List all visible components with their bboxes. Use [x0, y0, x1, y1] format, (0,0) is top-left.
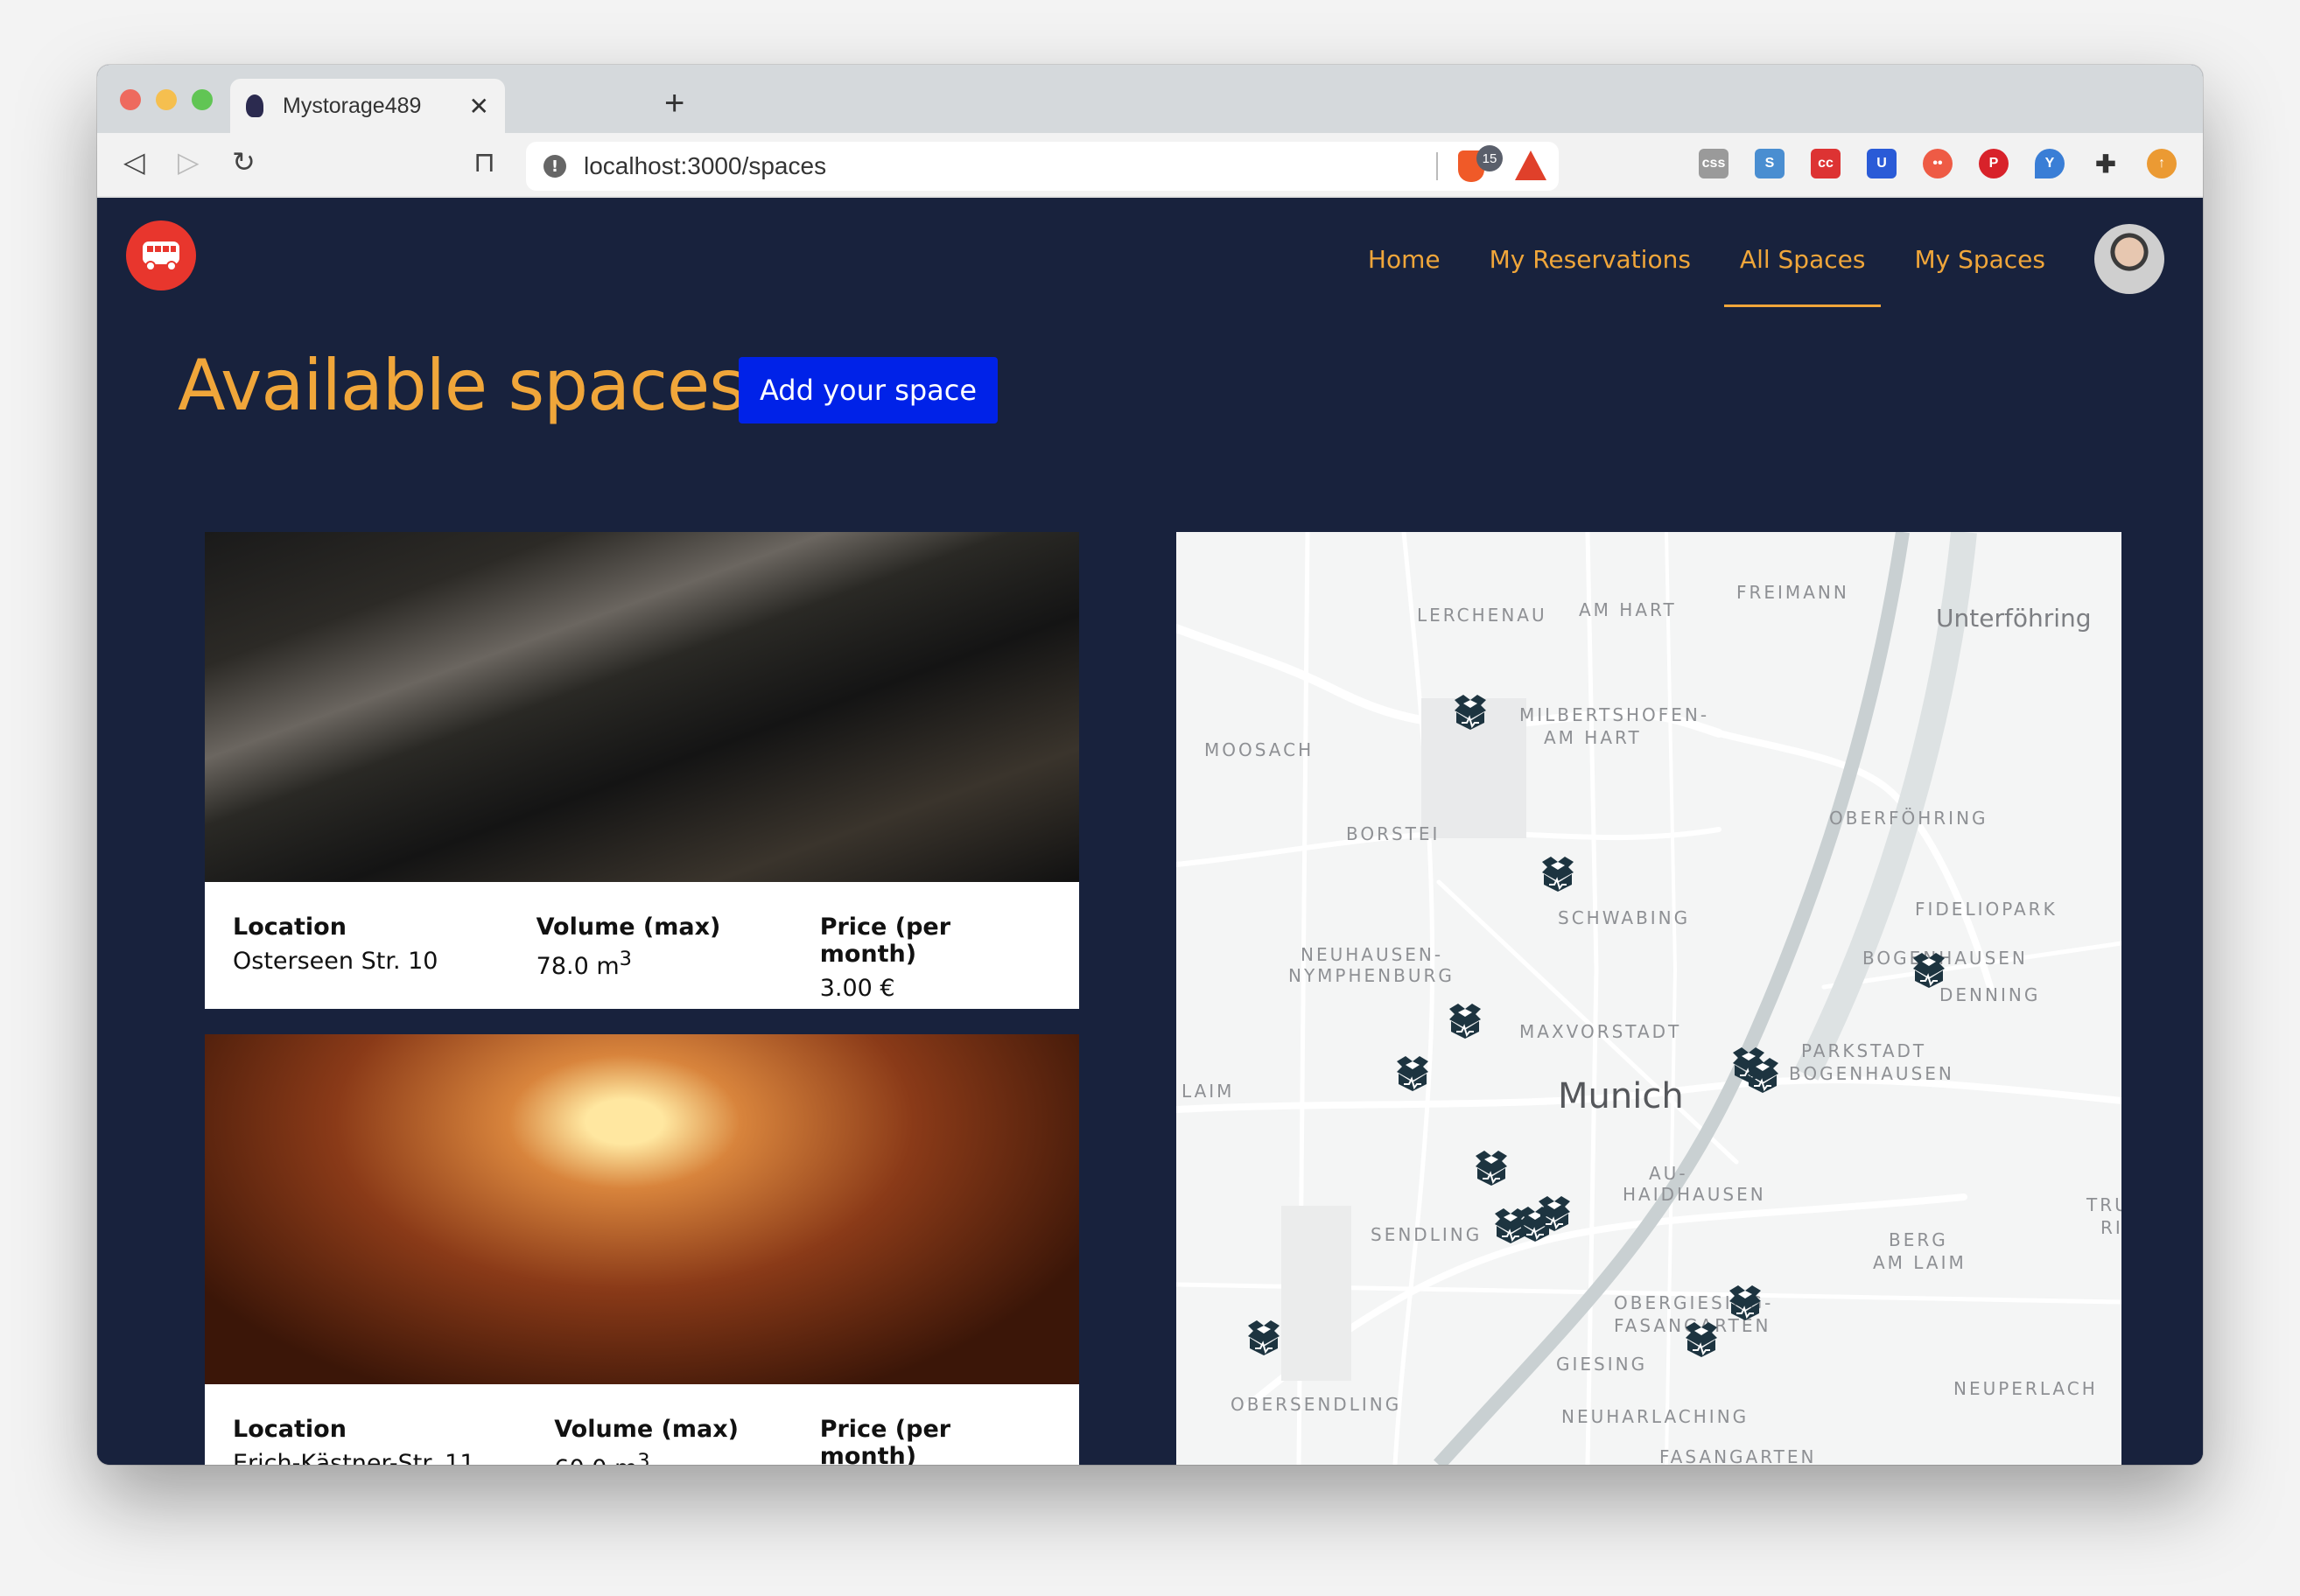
bookmark-icon[interactable]: ⊓	[473, 145, 495, 178]
site-info-icon[interactable]: !	[543, 155, 566, 178]
map-label-nymphenburg: NYMPHENBURG	[1288, 965, 1455, 986]
map-label-schwabing: SCHWABING	[1558, 907, 1691, 928]
map-label-am-hart: AM HART	[1579, 599, 1677, 620]
map-label-obersendling: OBERSENDLING	[1231, 1394, 1402, 1415]
css-validator-icon[interactable]: css	[1699, 149, 1729, 178]
add-space-button[interactable]: Add your space	[739, 357, 998, 424]
volume-value: 78.0 m3	[536, 948, 632, 980]
map-label-oberfoehring: OBERFÖHRING	[1829, 808, 1988, 829]
map-label-unterfoehring: Unterföhring	[1936, 604, 2092, 633]
shields-count-badge: 15	[1476, 145, 1503, 172]
pinterest-icon[interactable]: P	[1979, 149, 2009, 178]
map-label-am-laim: AM LAIM	[1873, 1252, 1967, 1273]
close-tab-icon[interactable]: ✕	[469, 92, 489, 121]
forward-icon[interactable]: ▷	[178, 145, 200, 178]
location-value: Osterseen Str. 10	[233, 948, 438, 975]
map-label-bogenhausen-2: BOGENHAUSEN	[1789, 1063, 1954, 1084]
url-text: localhost:3000/spaces	[584, 152, 827, 179]
space-card[interactable]: Location Erich-Kästner-Str. 11 Volume (m…	[205, 1034, 1079, 1465]
update-icon[interactable]: ↑	[2147, 149, 2177, 178]
map-label-au: AU-	[1649, 1163, 1688, 1184]
storage-marker-icon[interactable]	[1535, 853, 1581, 893]
nav-my-spaces[interactable]: My Spaces	[1914, 236, 2045, 283]
tab-bar: Mystorage489 ✕ +	[97, 65, 2203, 133]
map-label-trudering: TRUDE	[2086, 1194, 2121, 1215]
storage-marker-icon[interactable]	[1679, 1319, 1724, 1359]
cc-extension-icon[interactable]: cc	[1811, 149, 1841, 178]
price-value: 3.00 €	[819, 975, 895, 1002]
map[interactable]: LERCHENAU AM HART FREIMANN Unterföhring …	[1176, 532, 2121, 1465]
map-label-borstei: BORSTEI	[1346, 823, 1441, 844]
maximize-window-button[interactable]	[192, 89, 213, 110]
page-title: Available spaces	[178, 345, 746, 426]
price-label: Price (per month)	[819, 914, 951, 968]
volume-label: Volume (max)	[554, 1416, 740, 1443]
app-logo[interactable]	[126, 220, 196, 290]
map-label-denning: DENNING	[1939, 984, 2041, 1005]
browser-tab[interactable]: Mystorage489 ✕	[230, 79, 505, 133]
location-label: Location	[233, 914, 347, 941]
map-label-moosach: MOOSACH	[1204, 739, 1315, 760]
u-extension-icon[interactable]: U	[1867, 149, 1897, 178]
map-label-neuperlach: NEUPERLACH	[1953, 1378, 2098, 1399]
browser-window: Mystorage489 ✕ + ◁ ▷ ↻ ⊓ ! localhost:300…	[97, 65, 2203, 1465]
map-label-am-hart-2: AM HART	[1544, 727, 1642, 748]
storage-marker-icon[interactable]	[1906, 949, 1952, 990]
location-label: Location	[233, 1416, 347, 1443]
bus-icon	[143, 242, 179, 271]
map-label-maxvorstadt: MAXVORSTADT	[1519, 1021, 1682, 1042]
map-label-fideliopark: FIDELIOPARK	[1915, 899, 2058, 920]
volume-value: 60.0 m3	[554, 1450, 650, 1465]
space-image-attic	[205, 532, 1079, 882]
map-label-riem: RIE	[2100, 1217, 2121, 1238]
map-label-neuhausen: NEUHAUSEN-	[1301, 944, 1444, 965]
map-label-lerchenau: LERCHENAU	[1417, 605, 1547, 626]
storage-marker-icon[interactable]	[1448, 691, 1493, 732]
storage-marker-icon[interactable]	[1740, 1054, 1785, 1095]
bat-rewards-icon[interactable]	[1515, 150, 1546, 180]
nav-all-spaces[interactable]: All Spaces	[1723, 236, 1881, 307]
price-label: Price (per month)	[819, 1416, 951, 1465]
nav-home[interactable]: Home	[1368, 236, 1441, 283]
storage-marker-icon[interactable]	[1442, 1000, 1488, 1040]
nav-my-reservations[interactable]: My Reservations	[1490, 236, 1691, 283]
storage-marker-icon[interactable]	[1241, 1317, 1287, 1357]
map-label-haidhausen: HAIDHAUSEN	[1623, 1184, 1766, 1205]
address-bar[interactable]: ! localhost:3000/spaces 15	[526, 142, 1559, 191]
reload-icon[interactable]: ↻	[232, 145, 256, 178]
tab-favicon-icon	[246, 94, 263, 117]
user-avatar[interactable]	[2094, 224, 2164, 294]
map-label-neuharlaching: NEUHARLACHING	[1561, 1406, 1750, 1427]
map-label-laim: LAIM	[1182, 1081, 1235, 1102]
minimize-window-button[interactable]	[156, 89, 177, 110]
storage-marker-icon[interactable]	[1390, 1053, 1435, 1093]
space-image-cellar	[205, 1034, 1079, 1384]
map-label-parkstadt: PARKSTADT	[1801, 1040, 1927, 1061]
main-nav: Home My Reservations All Spaces My Space…	[1368, 198, 2203, 320]
map-label-berg: BERG	[1889, 1229, 1948, 1250]
storage-marker-icon[interactable]	[1532, 1193, 1577, 1233]
map-label-freimann: FREIMANN	[1736, 582, 1849, 603]
location-value: Erich-Kästner-Str. 11	[233, 1450, 475, 1465]
s-extension-icon[interactable]: S	[1755, 149, 1785, 178]
page: Home My Reservations All Spaces My Space…	[97, 198, 2203, 1465]
owl-extension-icon[interactable]: ••	[1923, 149, 1953, 178]
map-label-sendling: SENDLING	[1371, 1224, 1483, 1245]
storage-marker-icon[interactable]	[1722, 1282, 1768, 1322]
tab-title: Mystorage489	[283, 93, 422, 118]
map-label-giesing: GIESING	[1556, 1354, 1648, 1375]
browser-toolbar: ◁ ▷ ↻ ⊓ ! localhost:3000/spaces 15 css S…	[97, 133, 2203, 198]
space-card[interactable]: Location Osterseen Str. 10 Volume (max) …	[205, 532, 1079, 1009]
puzzle-icon[interactable]: ✚	[2091, 149, 2121, 178]
new-tab-button[interactable]: +	[664, 84, 684, 123]
map-label-munich: Munich	[1558, 1076, 1684, 1116]
map-label-fasangarten-2: FASANGARTEN	[1659, 1446, 1817, 1465]
back-icon[interactable]: ◁	[123, 145, 145, 178]
volume-label: Volume (max)	[536, 914, 721, 941]
y-extension-icon[interactable]: Y	[2035, 149, 2065, 178]
map-label-milbertshofen: MILBERTSHOFEN-	[1519, 704, 1710, 725]
storage-marker-icon[interactable]	[1469, 1147, 1514, 1187]
close-window-button[interactable]	[120, 89, 141, 110]
